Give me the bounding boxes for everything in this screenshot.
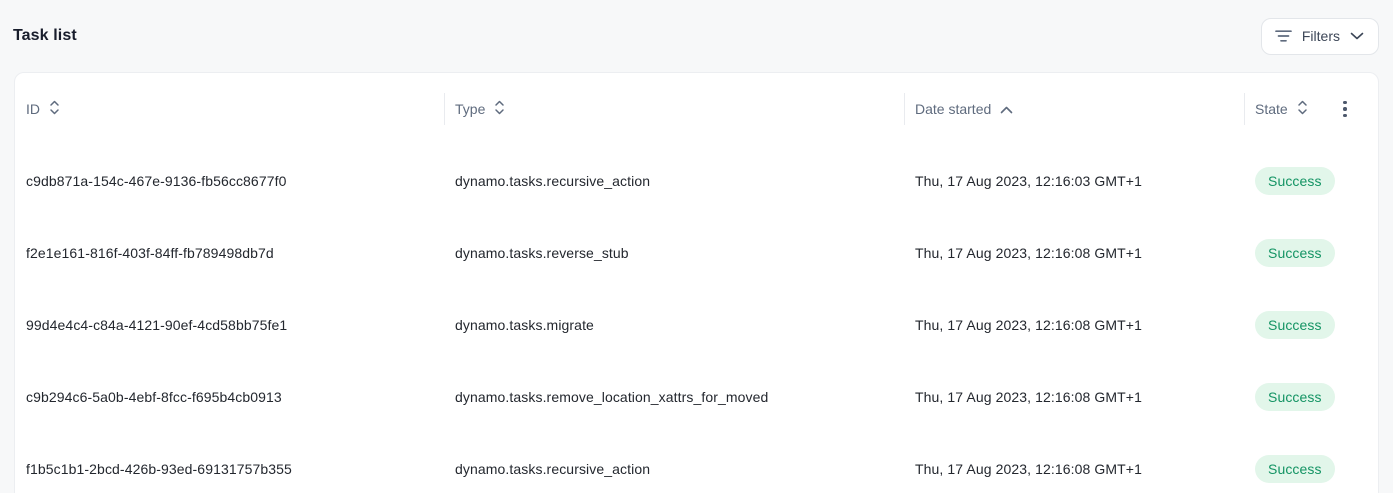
cell-id: c9b294c6-5a0b-4ebf-8fcc-f695b4cb0913 (15, 361, 444, 433)
sort-icon (1297, 100, 1308, 118)
column-header-id[interactable]: ID (15, 73, 444, 145)
cell-type: dynamo.tasks.migrate (444, 289, 904, 361)
status-badge: Success (1255, 311, 1335, 339)
kebab-menu-icon[interactable] (1334, 96, 1356, 122)
chevron-down-icon (1350, 32, 1364, 40)
cell-state: Success (1244, 289, 1378, 361)
column-header-label: State (1255, 101, 1288, 117)
page-header: Task list Filters (0, 0, 1393, 72)
page-title: Task list (13, 27, 77, 45)
table-row[interactable]: f2e1e161-816f-403f-84ff-fb789498db7d dyn… (15, 217, 1378, 289)
table-body: c9db871a-154c-467e-9136-fb56cc8677f0 dyn… (15, 145, 1378, 493)
cell-state: Success (1244, 361, 1378, 433)
cell-date-started: Thu, 17 Aug 2023, 12:16:08 GMT+1 (904, 289, 1244, 361)
column-header-label: ID (26, 101, 40, 117)
cell-type: dynamo.tasks.remove_location_xattrs_for_… (444, 361, 904, 433)
cell-id: f2e1e161-816f-403f-84ff-fb789498db7d (15, 217, 444, 289)
cell-type: dynamo.tasks.recursive_action (444, 145, 904, 217)
filter-icon (1275, 29, 1292, 43)
filters-button[interactable]: Filters (1261, 18, 1379, 55)
table-row[interactable]: 99d4e4c4-c84a-4121-90ef-4cd58bb75fe1 dyn… (15, 289, 1378, 361)
cell-state: Success (1244, 217, 1378, 289)
sort-ascending-icon (1000, 101, 1013, 117)
column-header-date-started[interactable]: Date started (904, 73, 1244, 145)
table-row[interactable]: c9db871a-154c-467e-9136-fb56cc8677f0 dyn… (15, 145, 1378, 217)
status-badge: Success (1255, 167, 1335, 195)
cell-state: Success (1244, 433, 1378, 493)
cell-date-started: Thu, 17 Aug 2023, 12:16:08 GMT+1 (904, 361, 1244, 433)
cell-id: c9db871a-154c-467e-9136-fb56cc8677f0 (15, 145, 444, 217)
cell-type: dynamo.tasks.reverse_stub (444, 217, 904, 289)
column-header-type[interactable]: Type (444, 73, 904, 145)
cell-id: 99d4e4c4-c84a-4121-90ef-4cd58bb75fe1 (15, 289, 444, 361)
task-table-card: ID Type Date started (14, 72, 1379, 493)
table-row[interactable]: c9b294c6-5a0b-4ebf-8fcc-f695b4cb0913 dyn… (15, 361, 1378, 433)
sort-icon (49, 100, 60, 118)
cell-date-started: Thu, 17 Aug 2023, 12:16:03 GMT+1 (904, 145, 1244, 217)
cell-type: dynamo.tasks.recursive_action (444, 433, 904, 493)
column-header-label: Date started (915, 101, 991, 117)
filters-button-label: Filters (1302, 28, 1340, 44)
status-badge: Success (1255, 455, 1335, 483)
cell-date-started: Thu, 17 Aug 2023, 12:16:08 GMT+1 (904, 433, 1244, 493)
sort-icon (494, 100, 505, 118)
column-header-state[interactable]: State (1244, 73, 1378, 145)
status-badge: Success (1255, 383, 1335, 411)
status-badge: Success (1255, 239, 1335, 267)
cell-id: f1b5c1b1-2bcd-426b-93ed-69131757b355 (15, 433, 444, 493)
cell-state: Success (1244, 145, 1378, 217)
cell-date-started: Thu, 17 Aug 2023, 12:16:08 GMT+1 (904, 217, 1244, 289)
table-row[interactable]: f1b5c1b1-2bcd-426b-93ed-69131757b355 dyn… (15, 433, 1378, 493)
column-header-label: Type (455, 101, 485, 117)
table-header-row: ID Type Date started (15, 73, 1378, 145)
